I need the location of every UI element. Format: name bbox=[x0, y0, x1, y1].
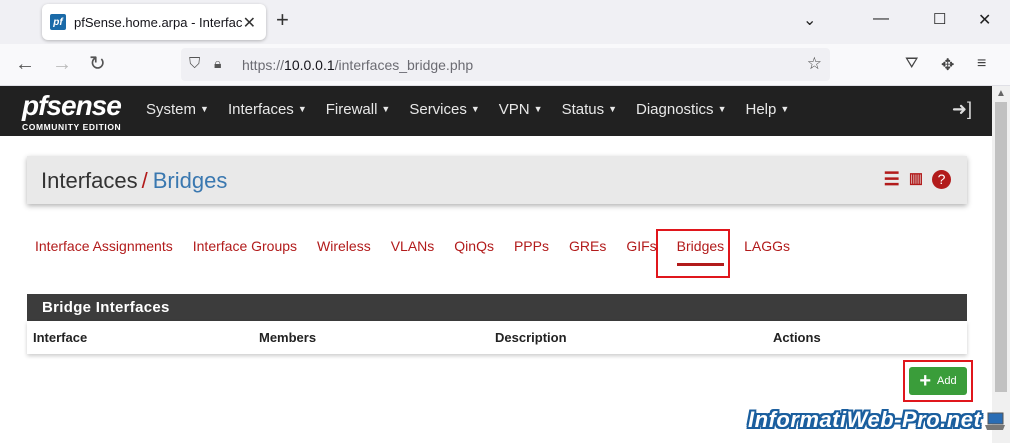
scroll-thumb[interactable] bbox=[995, 102, 1007, 392]
tab-gifs[interactable]: GIFs bbox=[626, 238, 656, 254]
browser-tab[interactable]: pf pfSense.home.arpa - Interfaces: Bridg… bbox=[42, 4, 266, 40]
tab-qinqs[interactable]: QinQs bbox=[454, 238, 494, 254]
pfsense-logo[interactable]: pfsense COMMUNITY EDITION bbox=[22, 90, 130, 132]
menu-interfaces[interactable]: Interfaces ▼ bbox=[228, 101, 307, 118]
help-icon[interactable]: ? bbox=[932, 169, 951, 189]
panel-heading: Bridge Interfaces bbox=[27, 294, 967, 321]
main-menu: System ▼ Interfaces ▼ Firewall ▼ Services ▼ … bbox=[146, 101, 808, 118]
url-text[interactable]: https://10.0.0.1/interfaces_bridge.php bbox=[242, 57, 473, 73]
url-bar[interactable]: ⛉ 🔒︎ https://10.0.0.1/interfaces_bridge.… bbox=[181, 48, 830, 81]
close-tab-icon[interactable]: ✕ bbox=[243, 13, 256, 33]
menu-help[interactable]: Help ▼ bbox=[745, 101, 789, 118]
tab-title: pfSense.home.arpa - Interfaces: Bridges bbox=[74, 14, 242, 30]
menu-system[interactable]: System ▼ bbox=[146, 101, 209, 118]
pfsense-navbar: pfsense COMMUNITY EDITION System ▼ Interf… bbox=[0, 86, 992, 136]
extensions-icon[interactable]: ✥ bbox=[941, 55, 954, 75]
shield-icon[interactable]: ⛉ bbox=[189, 55, 200, 72]
bridges-tab-highlight bbox=[656, 229, 730, 278]
menu-icon[interactable]: ≡ bbox=[977, 55, 986, 73]
menu-services[interactable]: Services ▼ bbox=[409, 101, 479, 118]
laptop-icon bbox=[985, 412, 1005, 430]
column-interface: Interface bbox=[33, 330, 88, 345]
minimize-icon[interactable]: — bbox=[873, 10, 889, 28]
bookmark-star-icon[interactable]: ☆ bbox=[807, 54, 822, 74]
column-actions: Actions bbox=[773, 330, 821, 345]
menu-vpn[interactable]: VPN ▼ bbox=[499, 101, 543, 118]
menu-diagnostics[interactable]: Diagnostics ▼ bbox=[636, 101, 726, 118]
tab-interface-assignments[interactable]: Interface Assignments bbox=[35, 238, 173, 254]
add-button-highlight bbox=[903, 360, 973, 402]
tab-ppps[interactable]: PPPs bbox=[514, 238, 549, 254]
breadcrumb-panel: Interfaces / Bridges ☰ ▥ ? bbox=[27, 156, 967, 204]
breadcrumb-icons: ☰ ▥ ? bbox=[884, 169, 951, 189]
settings-sliders-icon[interactable]: ☰ bbox=[884, 169, 900, 189]
page-scrollbar[interactable]: ▲ bbox=[992, 86, 1010, 443]
tab-interface-groups[interactable]: Interface Groups bbox=[193, 238, 297, 254]
menu-status[interactable]: Status ▼ bbox=[562, 101, 617, 118]
browser-toolbar: ← → ↻ ⛉ 🔒︎ https://10.0.0.1/interfaces_b… bbox=[0, 44, 1010, 86]
tab-vlans[interactable]: VLANs bbox=[391, 238, 435, 254]
pocket-icon[interactable]: ⛛ bbox=[905, 55, 918, 73]
reload-icon[interactable]: ↻ bbox=[89, 53, 106, 75]
breadcrumb: Interfaces / Bridges bbox=[41, 168, 227, 194]
lock-icon[interactable]: 🔒︎ bbox=[214, 55, 221, 72]
column-description: Description bbox=[495, 330, 567, 345]
scroll-up-icon[interactable]: ▲ bbox=[996, 88, 1006, 99]
tab-gres[interactable]: GREs bbox=[569, 238, 606, 254]
column-members: Members bbox=[259, 330, 317, 345]
new-tab-icon[interactable]: + bbox=[276, 9, 289, 31]
watermark: InformatiWeb-Pro.net bbox=[748, 407, 982, 432]
forward-icon[interactable]: → bbox=[52, 53, 72, 75]
logout-icon[interactable]: ➜] bbox=[952, 99, 972, 120]
maximize-icon[interactable]: ☐ bbox=[933, 10, 946, 28]
pfsense-favicon-icon: pf bbox=[50, 14, 66, 30]
tab-list-chevron-icon[interactable]: ⌄ bbox=[803, 10, 816, 30]
breadcrumb-separator: / bbox=[141, 168, 148, 193]
panel-title: Bridge Interfaces bbox=[42, 299, 170, 316]
breadcrumb-current[interactable]: Bridges bbox=[153, 168, 228, 193]
bridge-table: Interface Members Description Actions bbox=[27, 321, 967, 354]
menu-firewall[interactable]: Firewall ▼ bbox=[326, 101, 391, 118]
tab-laggs[interactable]: LAGGs bbox=[744, 238, 790, 254]
bar-chart-icon[interactable]: ▥ bbox=[909, 169, 923, 189]
browser-tab-strip: pf pfSense.home.arpa - Interfaces: Bridg… bbox=[0, 0, 1010, 44]
breadcrumb-parent[interactable]: Interfaces bbox=[41, 168, 138, 193]
tab-wireless[interactable]: Wireless bbox=[317, 238, 371, 254]
close-window-icon[interactable]: ✕ bbox=[978, 10, 991, 30]
back-icon[interactable]: ← bbox=[15, 53, 35, 75]
